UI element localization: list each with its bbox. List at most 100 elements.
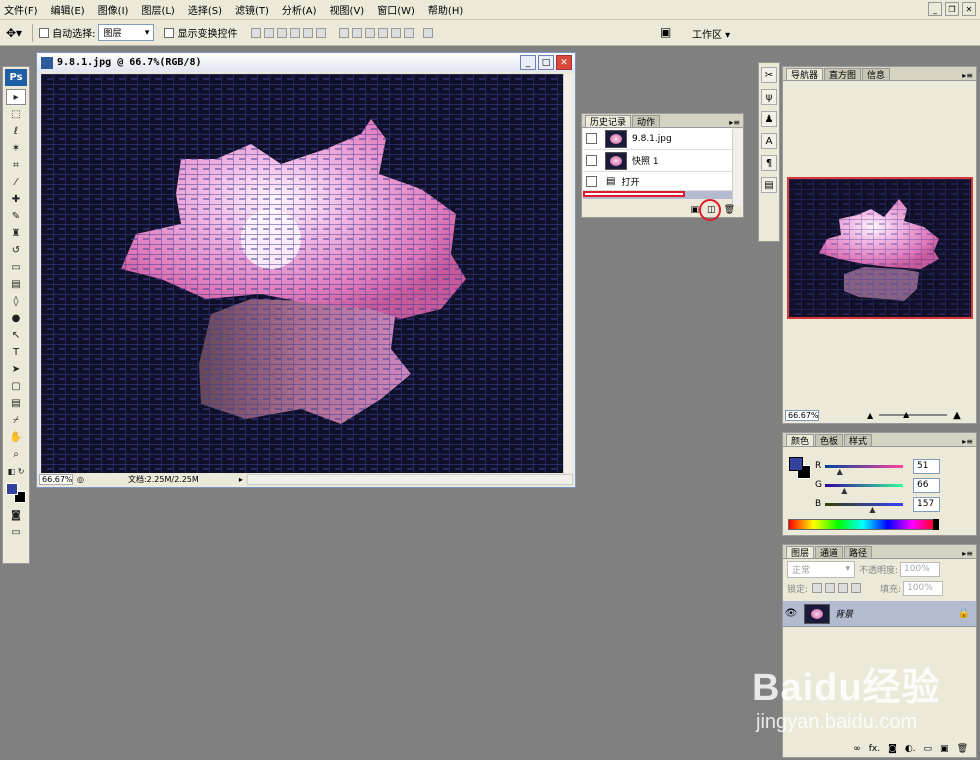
history-step-row[interactable]: ▤ 打开: [583, 172, 733, 191]
history-brush-icon[interactable]: ↺: [6, 242, 26, 258]
minimize-icon[interactable]: _: [928, 2, 942, 16]
blue-value-input[interactable]: 157: [913, 496, 940, 512]
distribute-right-icon[interactable]: [404, 27, 415, 38]
adjustment-layer-icon[interactable]: ◐.: [905, 744, 916, 754]
bridge-icon[interactable]: ▣: [660, 25, 671, 39]
lasso-tool-icon[interactable]: ℓ: [6, 123, 26, 139]
default-colors-icon[interactable]: ◧ ↻: [6, 463, 26, 479]
tab-info[interactable]: 信息: [862, 68, 891, 81]
tab-history[interactable]: 历史记录: [585, 115, 632, 128]
history-brush-source-icon[interactable]: [586, 175, 597, 187]
red-value-input[interactable]: 51: [913, 458, 940, 474]
align-bottom-icon[interactable]: [277, 27, 288, 38]
document-titlebar[interactable]: 9.8.1.jpg @ 66.7%(RGB/8): [37, 53, 575, 72]
menu-edit[interactable]: 编辑(E): [51, 2, 85, 17]
stamp-tool-icon[interactable]: ♜: [6, 225, 26, 241]
magic-wand-tool-icon[interactable]: ✶: [6, 140, 26, 156]
slice-tool-icon[interactable]: ⁄: [6, 174, 26, 190]
navigator-zoom-field[interactable]: 66.67%: [785, 409, 819, 421]
trash-icon[interactable]: 🗑: [957, 744, 968, 754]
menu-image[interactable]: 图像(I): [98, 2, 129, 17]
history-scrollbar[interactable]: [732, 129, 742, 206]
minimize-icon[interactable]: _: [520, 55, 536, 70]
foreground-color-swatch[interactable]: [6, 483, 18, 495]
blend-mode-dropdown[interactable]: 正常 ▾: [787, 560, 855, 578]
lock-position-icon[interactable]: [838, 583, 849, 593]
panel-menu-icon[interactable]: ▸≡: [729, 118, 740, 127]
distribute-vcenter-icon[interactable]: [352, 27, 363, 38]
menu-help[interactable]: 帮助(H): [428, 2, 463, 17]
dodge-tool-icon[interactable]: ●: [6, 310, 26, 326]
align-left-icon[interactable]: [290, 27, 301, 38]
align-hcenter-icon[interactable]: [303, 27, 314, 38]
character-icon[interactable]: A: [761, 133, 777, 149]
gradient-tool-icon[interactable]: ▤: [6, 276, 26, 292]
status-icon[interactable]: ◎: [77, 475, 84, 484]
distribute-top-icon[interactable]: [339, 27, 350, 38]
menu-select[interactable]: 选择(S): [188, 2, 222, 17]
blue-slider-thumb[interactable]: ▲: [869, 505, 875, 514]
tab-swatches[interactable]: 色板: [815, 434, 844, 447]
lock-all-icon[interactable]: [851, 583, 862, 593]
document-zoom[interactable]: 66.67%: [39, 474, 73, 485]
new-document-from-state-icon[interactable]: ▣: [691, 205, 700, 215]
screen-mode-icon[interactable]: ▭: [6, 524, 26, 540]
new-group-icon[interactable]: ▭: [924, 744, 933, 754]
horizontal-scrollbar[interactable]: [246, 474, 573, 485]
green-value-input[interactable]: 66: [913, 477, 940, 493]
navigator-preview[interactable]: [787, 177, 973, 319]
align-vcenter-icon[interactable]: [264, 27, 275, 38]
zoom-slider-thumb[interactable]: ▲: [903, 410, 909, 419]
layer-comps-icon[interactable]: ▤: [761, 177, 777, 193]
trash-icon[interactable]: 🗑: [724, 205, 735, 215]
brush-tool-icon[interactable]: ✎: [6, 208, 26, 224]
lock-transparency-icon[interactable]: [812, 583, 823, 593]
menu-filter[interactable]: 滤镜(T): [235, 2, 269, 17]
red-slider[interactable]: ▲: [825, 464, 903, 476]
quick-mask-icon[interactable]: ◙: [6, 507, 26, 523]
create-snapshot-icon[interactable]: ◫: [699, 199, 722, 221]
new-layer-icon[interactable]: ▣: [940, 744, 949, 754]
history-snapshot-row[interactable]: 快照 1: [583, 150, 733, 172]
tab-actions[interactable]: 动作: [632, 115, 661, 128]
green-slider[interactable]: ▲: [825, 483, 903, 495]
history-snapshot-row[interactable]: 9.8.1.jpg: [583, 128, 733, 150]
maximize-icon[interactable]: □: [538, 55, 554, 70]
marquee-tool-icon[interactable]: ⬚: [6, 106, 26, 122]
tab-navigator[interactable]: 导航器: [786, 68, 824, 81]
move-tool-icon[interactable]: ▸: [6, 89, 26, 105]
tab-layers[interactable]: 图层: [786, 546, 815, 559]
link-layers-icon[interactable]: ∞: [853, 744, 861, 754]
tool-presets-icon[interactable]: ✂: [761, 67, 777, 83]
fill-input[interactable]: 100%: [903, 580, 944, 596]
align-right-icon[interactable]: [316, 27, 327, 38]
paragraph-icon[interactable]: ¶: [761, 155, 777, 171]
tab-histogram[interactable]: 直方图: [824, 68, 862, 81]
layer-mask-icon[interactable]: ◙: [888, 744, 897, 754]
type-tool-icon[interactable]: T: [6, 344, 26, 360]
close-icon[interactable]: ✕: [962, 2, 976, 16]
healing-brush-icon[interactable]: ✚: [6, 191, 26, 207]
notes-tool-icon[interactable]: ▤: [6, 395, 26, 411]
shape-tool-icon[interactable]: ▢: [6, 378, 26, 394]
close-icon[interactable]: ✕: [556, 55, 572, 70]
menu-window[interactable]: 窗口(W): [377, 2, 415, 17]
show-transform-checkbox[interactable]: [164, 27, 175, 38]
image-canvas[interactable]: [41, 74, 564, 473]
tab-color[interactable]: 颜色: [786, 434, 815, 447]
distribute-hcenter-icon[interactable]: [391, 27, 402, 38]
foreground-color-swatch[interactable]: [789, 457, 803, 471]
menu-analysis[interactable]: 分析(A): [282, 2, 317, 17]
visibility-eye-icon[interactable]: 👁: [783, 608, 799, 619]
zoom-tool-icon[interactable]: ⌕: [6, 446, 26, 462]
panel-menu-icon[interactable]: ▸≡: [962, 549, 973, 558]
color-swatches[interactable]: [4, 481, 28, 505]
tab-styles[interactable]: 样式: [844, 434, 873, 447]
history-brush-source-icon[interactable]: [586, 155, 597, 166]
brushes-icon[interactable]: ψ: [761, 89, 777, 105]
move-tool-icon[interactable]: ✥▾: [6, 26, 22, 40]
panel-menu-icon[interactable]: ▸≡: [962, 71, 973, 80]
eyedropper-tool-icon[interactable]: ⌿: [6, 412, 26, 428]
distribute-left-icon[interactable]: [378, 27, 389, 38]
history-highlight-row[interactable]: [583, 191, 733, 199]
